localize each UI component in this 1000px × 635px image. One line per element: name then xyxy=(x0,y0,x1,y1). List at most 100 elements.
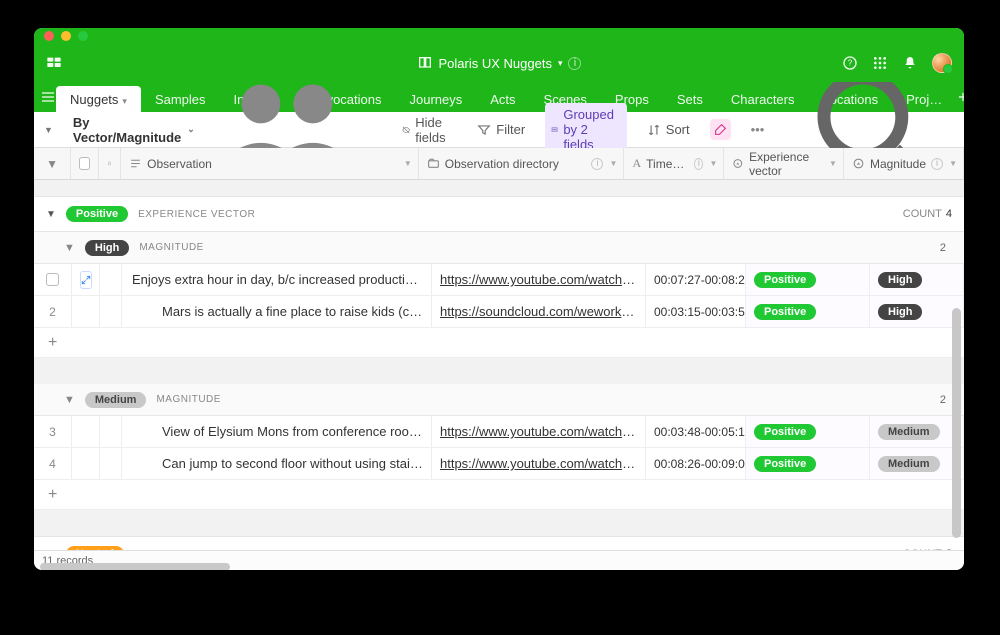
expand-icon[interactable] xyxy=(80,271,92,289)
cell-timestamp[interactable]: 00:07:27-00:08:25 xyxy=(646,264,746,295)
filter-button[interactable]: Filter xyxy=(471,118,531,141)
cell-observation[interactable]: View of Elysium Mons from conference roo… xyxy=(122,416,432,447)
col-magnitude[interactable]: Magnitude i▼ xyxy=(844,148,964,179)
magnitude-pill: High xyxy=(85,240,129,256)
cell-vector[interactable]: Positive xyxy=(746,264,870,295)
min-traffic-light[interactable] xyxy=(61,31,71,41)
bell-icon[interactable] xyxy=(902,55,918,71)
add-row-button[interactable]: + xyxy=(34,328,964,358)
cell-observation[interactable]: Enjoys extra hour in day, b/c increased … xyxy=(122,264,432,295)
app-logo-icon[interactable] xyxy=(46,55,62,71)
row-number[interactable] xyxy=(34,264,72,295)
footer: 11 records xyxy=(34,550,964,570)
vector-pill: Positive xyxy=(754,272,816,288)
title-info-icon[interactable]: i xyxy=(568,57,581,70)
cell-observation[interactable]: Can jump to second floor without using s… xyxy=(122,448,432,479)
avatar[interactable] xyxy=(932,53,952,73)
view-toolbar: ▼ By Vector/Magnitude ⌄ Hide fields Filt… xyxy=(34,112,964,148)
cell-observation[interactable]: Mars is actually a fine place to raise k… xyxy=(122,296,432,327)
row-number[interactable]: 4 xyxy=(34,448,72,479)
app-header: Polaris UX Nuggets ▾ i ? xyxy=(34,44,964,82)
select-icon xyxy=(852,157,865,170)
table-row[interactable]: Enjoys extra hour in day, b/c increased … xyxy=(34,264,964,296)
subgroup-field-label: MAGNITUDE xyxy=(156,394,221,405)
col-timestamp-label: Timestamp xyxy=(646,157,689,171)
chevron-down-icon[interactable]: ▼ xyxy=(46,209,56,220)
sort-label: Sort xyxy=(666,122,690,137)
tab-characters[interactable]: Characters xyxy=(717,86,809,112)
group-field-label: EXPERIENCE VECTOR xyxy=(138,209,255,220)
cell-vector[interactable]: Positive xyxy=(746,416,870,447)
vector-pill: Positive xyxy=(754,304,816,320)
cell-timestamp[interactable]: 00:03:15-00:03:50 xyxy=(646,296,746,327)
info-icon[interactable]: i xyxy=(694,158,703,170)
cell-vector[interactable]: Positive xyxy=(746,296,870,327)
col-observation-label: Observation xyxy=(147,157,212,171)
cell-timestamp[interactable]: 00:03:48-00:05:12 xyxy=(646,416,746,447)
sidebar-menu-icon[interactable] xyxy=(40,82,56,112)
cell-directory[interactable]: https://www.youtube.com/watch?v=LOLB87t… xyxy=(432,448,646,479)
color-button[interactable] xyxy=(710,119,731,140)
tab-nuggets[interactable]: Nuggets xyxy=(56,86,141,112)
max-traffic-light[interactable] xyxy=(78,31,88,41)
base-title[interactable]: Polaris UX Nuggets xyxy=(439,56,552,71)
vertical-scrollbar[interactable] xyxy=(952,308,961,538)
col-directory[interactable]: Observation directory i▼ xyxy=(419,148,625,179)
close-traffic-light[interactable] xyxy=(44,31,54,41)
magnitude-pill: Medium xyxy=(878,456,940,472)
url-link[interactable]: https://www.youtube.com/watch?v=LOLB87t… xyxy=(440,272,637,287)
subgroup-header[interactable]: ▼ Medium MAGNITUDE 2 xyxy=(34,384,964,416)
row-expand[interactable] xyxy=(72,448,100,479)
hide-fields-button[interactable]: Hide fields xyxy=(396,111,457,149)
url-link[interactable]: https://www.youtube.com/watch?v=HFDS74h… xyxy=(440,424,637,439)
cell-timestamp[interactable]: 00:08:26-00:09:00 xyxy=(646,448,746,479)
horizontal-scrollbar[interactable] xyxy=(40,563,230,570)
views-dropdown-icon[interactable]: ▼ xyxy=(44,125,53,135)
table-row[interactable]: 4 Can jump to second floor without using… xyxy=(34,448,964,480)
sort-button[interactable]: Sort xyxy=(641,118,696,141)
cell-magnitude[interactable]: Medium xyxy=(870,416,964,447)
group-header[interactable]: ▼ Neutral EXPERIENCE VECTOR COUNT2 xyxy=(34,536,964,550)
checkbox-col[interactable] xyxy=(71,148,99,179)
add-table-icon[interactable] xyxy=(956,90,964,104)
cell-directory[interactable]: https://soundcloud.com/weworkmars-ux-int… xyxy=(432,296,646,327)
col-observation[interactable]: Observation ▼ xyxy=(121,148,419,179)
info-icon[interactable]: i xyxy=(591,158,603,170)
row-number[interactable]: 3 xyxy=(34,416,72,447)
cell-magnitude[interactable]: High xyxy=(870,296,964,327)
url-link[interactable]: https://soundcloud.com/weworkmars-ux-int… xyxy=(440,304,637,319)
title-dropdown-icon[interactable]: ▾ xyxy=(558,58,563,69)
more-button[interactable]: ••• xyxy=(745,118,771,141)
add-row-button[interactable]: + xyxy=(34,480,964,510)
row-number[interactable]: 2 xyxy=(34,296,72,327)
sort-icon xyxy=(647,123,661,137)
url-link[interactable]: https://www.youtube.com/watch?v=LOLB87t… xyxy=(440,456,637,471)
tab-acts[interactable]: Acts xyxy=(476,86,529,112)
cell-magnitude[interactable]: High xyxy=(870,264,964,295)
apps-icon[interactable] xyxy=(872,55,888,71)
col-timestamp[interactable]: A Timestamp i▼ xyxy=(624,148,724,179)
tab-sets[interactable]: Sets xyxy=(663,86,717,112)
chevron-down-icon[interactable]: ▼ xyxy=(64,394,75,406)
cell-vector[interactable]: Positive xyxy=(746,448,870,479)
tab-samples[interactable]: Samples xyxy=(141,86,220,112)
row-expand[interactable] xyxy=(72,264,100,295)
info-icon[interactable]: i xyxy=(931,158,943,170)
chevron-down-icon[interactable]: ▼ xyxy=(64,242,75,254)
view-name[interactable]: By Vector/Magnitude ⌄ xyxy=(67,115,195,145)
tab-journeys[interactable]: Journeys xyxy=(396,86,477,112)
table-row[interactable]: 2 Mars is actually a fine place to raise… xyxy=(34,296,964,328)
cell-directory[interactable]: https://www.youtube.com/watch?v=HFDS74h… xyxy=(432,416,646,447)
hide-icon xyxy=(402,123,410,137)
row-expand[interactable] xyxy=(72,416,100,447)
subgroup-header[interactable]: ▼ High MAGNITUDE 2 xyxy=(34,232,964,264)
group-header[interactable]: ▼ Positive EXPERIENCE VECTOR COUNT4 xyxy=(34,196,964,232)
cell-magnitude[interactable]: Medium xyxy=(870,448,964,479)
row-expand[interactable] xyxy=(72,296,100,327)
col-vector[interactable]: Experience vector ▼ xyxy=(724,148,843,179)
help-icon[interactable]: ? xyxy=(842,55,858,71)
table-row[interactable]: 3 View of Elysium Mons from conference r… xyxy=(34,416,964,448)
row-checkbox[interactable] xyxy=(46,273,59,286)
expand-col[interactable]: ▼ xyxy=(34,148,71,179)
cell-directory[interactable]: https://www.youtube.com/watch?v=LOLB87t… xyxy=(432,264,646,295)
